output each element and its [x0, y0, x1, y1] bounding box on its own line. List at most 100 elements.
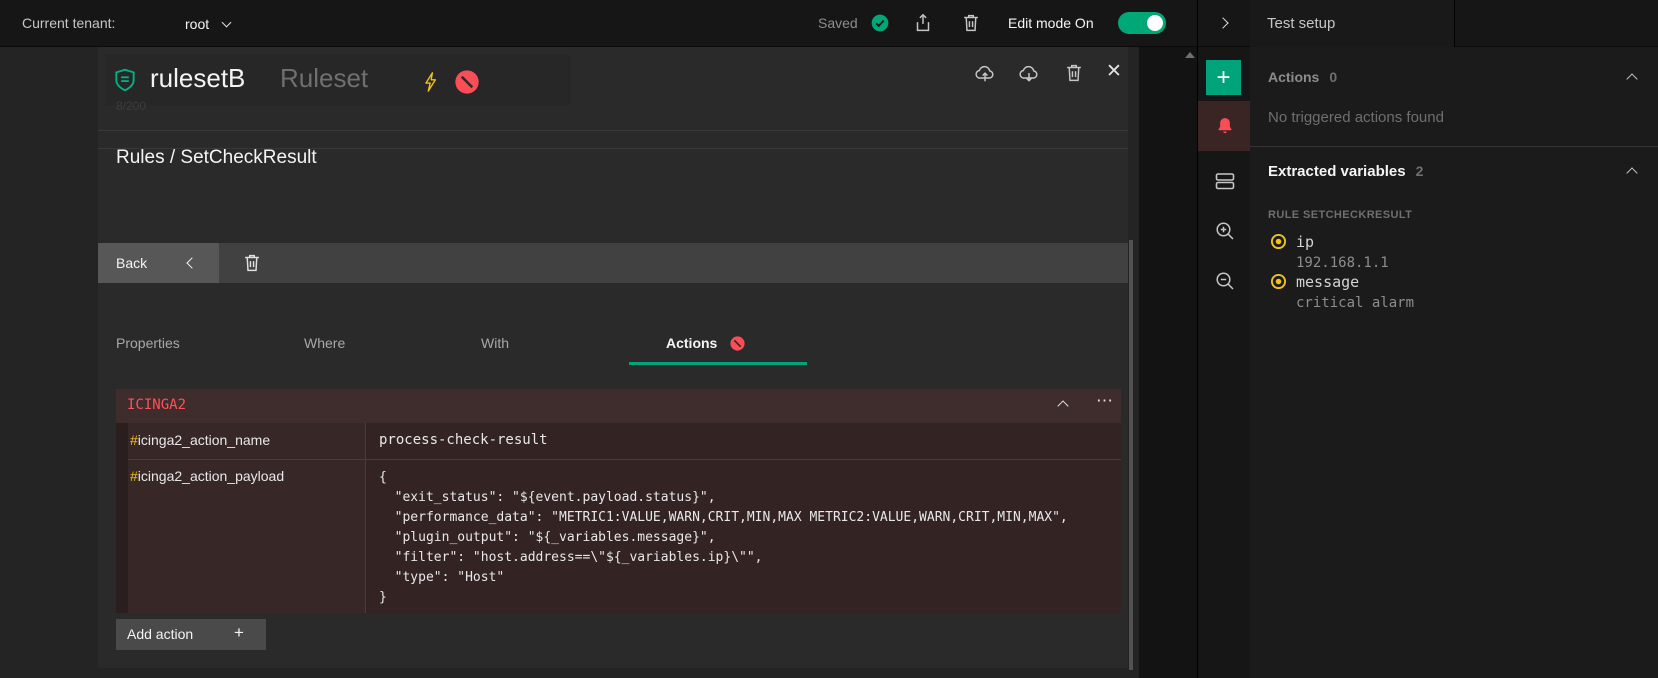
chevron-down-icon — [222, 18, 232, 28]
card-label-column — [128, 423, 366, 613]
variables-section-header: Extracted variables 2 — [1268, 163, 1423, 180]
layers-button[interactable] — [1198, 169, 1251, 193]
divider — [1250, 146, 1658, 147]
tab-properties[interactable]: Properties — [116, 335, 180, 351]
plus-icon: + — [1206, 60, 1241, 95]
key-text: icinga2_action_payload — [138, 468, 284, 484]
add-panel-button[interactable]: + — [1206, 60, 1241, 95]
collapse-actions-icon[interactable] — [1626, 73, 1637, 84]
close-icon: ✕ — [1106, 61, 1122, 82]
zoom-in-button[interactable] — [1198, 219, 1251, 243]
delete-button[interactable] — [1063, 62, 1085, 84]
lightning-icon — [420, 69, 442, 95]
variable-name: ip — [1296, 233, 1314, 251]
scroll-up-arrow-icon[interactable] — [1185, 52, 1195, 58]
variable-radio-icon[interactable] — [1270, 233, 1287, 250]
variable-value: critical alarm — [1296, 295, 1414, 311]
edit-mode-label: Edit mode On — [1008, 15, 1094, 31]
rule-group-label: RULE SETCHECKRESULT — [1268, 209, 1412, 221]
cloud-download-icon — [1018, 62, 1040, 84]
toggle-knob — [1147, 15, 1163, 31]
no-actions-message: No triggered actions found — [1268, 109, 1444, 126]
rule-tabs: Properties Where With Actions — [98, 317, 1128, 365]
bell-icon — [1215, 116, 1235, 136]
collapse-panel-button[interactable] — [1212, 14, 1234, 32]
hash-prefix: # — [130, 432, 138, 448]
variables-count: 2 — [1416, 163, 1424, 179]
app-window: Current tenant: root Saved Edit mode On — [0, 0, 1658, 678]
saved-check-icon — [870, 13, 890, 33]
ruleset-editor-panel: rulesetB Ruleset — [98, 47, 1128, 668]
key-text: icinga2_action_name — [138, 432, 270, 448]
chevron-left-icon — [186, 257, 197, 268]
top-bar: Current tenant: root Saved Edit mode On — [0, 0, 1658, 47]
zoom-in-icon — [1213, 219, 1237, 243]
actions-section-header: Actions 0 — [1268, 69, 1337, 85]
save-status: Saved — [818, 13, 890, 33]
saved-label: Saved — [818, 15, 858, 31]
edit-mode-toggle[interactable] — [1118, 12, 1166, 34]
row-divider — [128, 459, 1121, 460]
rows-icon — [1213, 169, 1237, 193]
tenant-value: root — [185, 16, 209, 32]
blocked-status-icon — [453, 68, 481, 96]
variable-radio-icon[interactable] — [1270, 273, 1287, 290]
tenant-dropdown[interactable]: root — [185, 12, 230, 36]
tab-actions[interactable]: Actions — [666, 335, 746, 352]
collapse-card-icon[interactable] — [1057, 400, 1068, 411]
back-button[interactable]: Back — [98, 243, 219, 283]
download-button[interactable] — [1018, 62, 1040, 84]
tab-actions-label: Actions — [666, 335, 717, 351]
upload-button[interactable] — [974, 62, 996, 84]
export-button[interactable] — [912, 12, 934, 34]
close-button[interactable]: ✕ — [1106, 60, 1122, 83]
action-card-body: #icinga2_action_name process-check-resul… — [116, 423, 1121, 613]
trash-icon — [241, 252, 263, 274]
ruleset-name: rulesetB — [150, 63, 245, 94]
action-name-key: #icinga2_action_name — [130, 432, 270, 448]
action-card-icinga2: ICINGA2 ⋯ #icinga2_action_name process-c… — [116, 389, 1121, 613]
alerts-button-active[interactable] — [1198, 101, 1251, 151]
variable-value: 192.168.1.1 — [1296, 255, 1389, 271]
blocked-status-icon — [729, 335, 746, 352]
action-card-header[interactable]: ICINGA2 ⋯ — [116, 389, 1121, 423]
topbar-divider — [1197, 0, 1198, 47]
tab-test-setup[interactable]: Test setup — [1250, 0, 1455, 47]
name-char-counter: 8/200 — [116, 99, 146, 113]
chevron-right-icon — [1217, 17, 1228, 28]
ruleset-shield-icon — [112, 67, 138, 93]
tab-where[interactable]: Where — [304, 335, 345, 351]
add-action-button[interactable]: Add action + — [116, 619, 266, 650]
delete-rule-button[interactable] — [241, 252, 263, 274]
overflow-menu-icon[interactable]: ⋯ — [1096, 391, 1114, 411]
action-name-value[interactable]: process-check-result — [379, 432, 548, 448]
hash-prefix: # — [130, 468, 138, 484]
variables-title: Extracted variables — [1268, 163, 1406, 180]
side-icon-strip: + — [1197, 47, 1250, 678]
trash-icon — [960, 12, 982, 34]
divider — [98, 130, 1128, 131]
breadcrumb: Rules / SetCheckResult — [116, 147, 317, 169]
action-payload-code[interactable]: { "exit_status": "${event.payload.status… — [379, 468, 1068, 608]
actions-title: Actions — [1268, 69, 1319, 85]
card-indent-stripe — [116, 423, 128, 613]
plus-icon: + — [234, 623, 244, 643]
delete-ruleset-button[interactable] — [960, 12, 982, 34]
action-card-title: ICINGA2 — [127, 397, 186, 413]
actions-count: 0 — [1329, 69, 1337, 85]
cloud-upload-icon — [974, 62, 996, 84]
main-scrollbar[interactable] — [1129, 240, 1133, 670]
rule-toolbar: Back — [98, 243, 1128, 283]
current-tenant-label: Current tenant: — [22, 15, 115, 31]
zoom-out-icon — [1213, 269, 1237, 293]
back-label: Back — [116, 255, 147, 271]
tab-with[interactable]: With — [481, 335, 509, 351]
tab-test-setup-label: Test setup — [1267, 15, 1335, 32]
action-payload-key: #icinga2_action_payload — [130, 468, 284, 484]
export-icon — [912, 12, 934, 34]
add-action-label: Add action — [127, 626, 193, 642]
zoom-out-button[interactable] — [1198, 269, 1251, 293]
active-tab-indicator — [629, 362, 807, 365]
collapse-variables-icon[interactable] — [1626, 167, 1637, 178]
panel-gutter — [1139, 47, 1197, 678]
